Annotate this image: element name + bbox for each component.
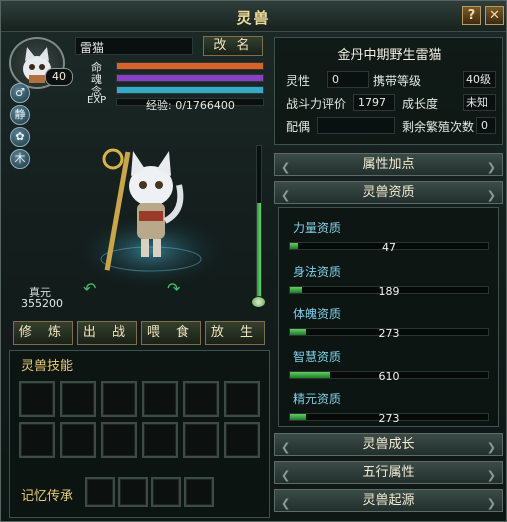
spouse-label: 配偶 [286,120,311,134]
pet-full-title: 金丹中期野生雷猫 [337,48,442,63]
pet-name-field: 雷猫 [75,37,193,55]
fight-button[interactable]: 出 战 [77,321,137,345]
feed-button[interactable]: 喂 食 [141,321,201,345]
skill-slot[interactable] [60,381,96,417]
lingxing-label: 灵性 [286,74,311,88]
aptitude-label: 灵兽资质 [362,185,415,200]
aptitude-value: 273 [378,412,400,425]
skill-slot[interactable] [142,381,178,417]
growth-section-label: 灵兽成长 [362,437,415,452]
skill-slot[interactable] [19,422,55,458]
rotate-left-arrow[interactable]: ↶ [83,279,96,298]
aptitude-label: 体魄资质 [293,307,342,321]
memory-slot[interactable] [151,477,181,507]
skill-slot[interactable] [101,422,137,458]
aptitude-value: 189 [378,285,400,298]
aptitude-label: 精元资质 [293,392,342,406]
wood-icon[interactable]: 木 [10,149,30,169]
five-elements-label: 五行属性 [362,465,415,480]
carry-level-label: 携带等级 [373,74,422,88]
origin-header[interactable]: ❮ 灵兽起源 ❯ [274,489,503,512]
origin-label: 灵兽起源 [362,493,415,508]
aptitude-label: 身法资质 [293,265,342,279]
five-elements-header[interactable]: ❮ 五行属性 ❯ [274,461,503,484]
memory-slot[interactable] [184,477,214,507]
gauge-orb-icon [252,297,265,307]
memory-slot[interactable] [85,477,115,507]
exp-label: EXP [87,95,107,106]
pet-model-stage: ↶ ↷ [61,141,241,298]
skills-title: 灵兽技能 [21,359,74,374]
release-button[interactable]: 放 生 [205,321,265,345]
skill-slot[interactable] [19,381,55,417]
skill-slot[interactable] [183,422,219,458]
aptitude-value: 273 [378,327,400,340]
growth-header[interactable]: ❮ 灵兽成长 ❯ [274,433,503,456]
combat-rating-label: 战斗力评价 [286,97,347,111]
static-icon[interactable]: 静 [10,105,30,125]
skill-slot[interactable] [142,422,178,458]
help-button[interactable]: ? [462,6,481,25]
skill-slot[interactable] [183,381,219,417]
aptitude-label: 智慧资质 [293,350,342,364]
skill-slot[interactable] [60,422,96,458]
carry-level-value: 40级 [463,71,496,88]
vertical-gauge [256,145,262,297]
skill-slot[interactable] [101,381,137,417]
paw-icon[interactable]: ✿ [10,127,30,147]
memory-label: 记忆传承 [21,489,74,504]
soul-bar [116,74,264,82]
attr-points-header[interactable]: ❮ 属性加点 ❯ [274,153,503,176]
title-bar: 灵兽 ? ✕ [1,1,506,32]
breed-count-value: 0 [476,117,496,134]
rotate-right-arrow[interactable]: ↷ [167,279,180,298]
window-title: 灵兽 [236,9,271,27]
pet-model [71,148,231,291]
aptitude-value: 47 [382,241,396,254]
zhenyuan-value: 355200 [21,297,63,310]
cultivate-button[interactable]: 修 炼 [13,321,73,345]
male-icon[interactable]: ♂ [10,83,30,103]
pet-name: 雷猫 [80,41,105,55]
hp-bar [116,62,264,70]
aptitude-label: 力量资质 [293,221,342,235]
skill-slot[interactable] [224,422,260,458]
attr-points-label: 属性加点 [362,157,415,172]
rename-button[interactable]: 改 名 [203,36,263,56]
aptitude-header[interactable]: ❮ 灵兽资质 ❯ [274,181,503,204]
spouse-value [317,117,395,134]
lingxing-value: 0 [327,71,369,88]
memory-slot[interactable] [118,477,148,507]
combat-rating-value: 1797 [353,94,395,111]
level-badge: 40 [45,68,73,86]
mind-bar [116,86,264,94]
aptitude-value: 610 [378,370,400,383]
growth-label: 成长度 [402,97,439,111]
close-button[interactable]: ✕ [485,6,504,25]
skill-slot[interactable] [224,381,260,417]
growth-value: 未知 [463,94,496,111]
pet-window: 灵兽 ? ✕ 40 ♂ 静 ✿ 木 雷猫 改 名 命 魂 念 EXP 经验: 0… [0,0,507,522]
exp-text: 经验: 0/1766400 [146,99,235,112]
breed-count-label: 剩余繁殖次数 [402,120,475,134]
